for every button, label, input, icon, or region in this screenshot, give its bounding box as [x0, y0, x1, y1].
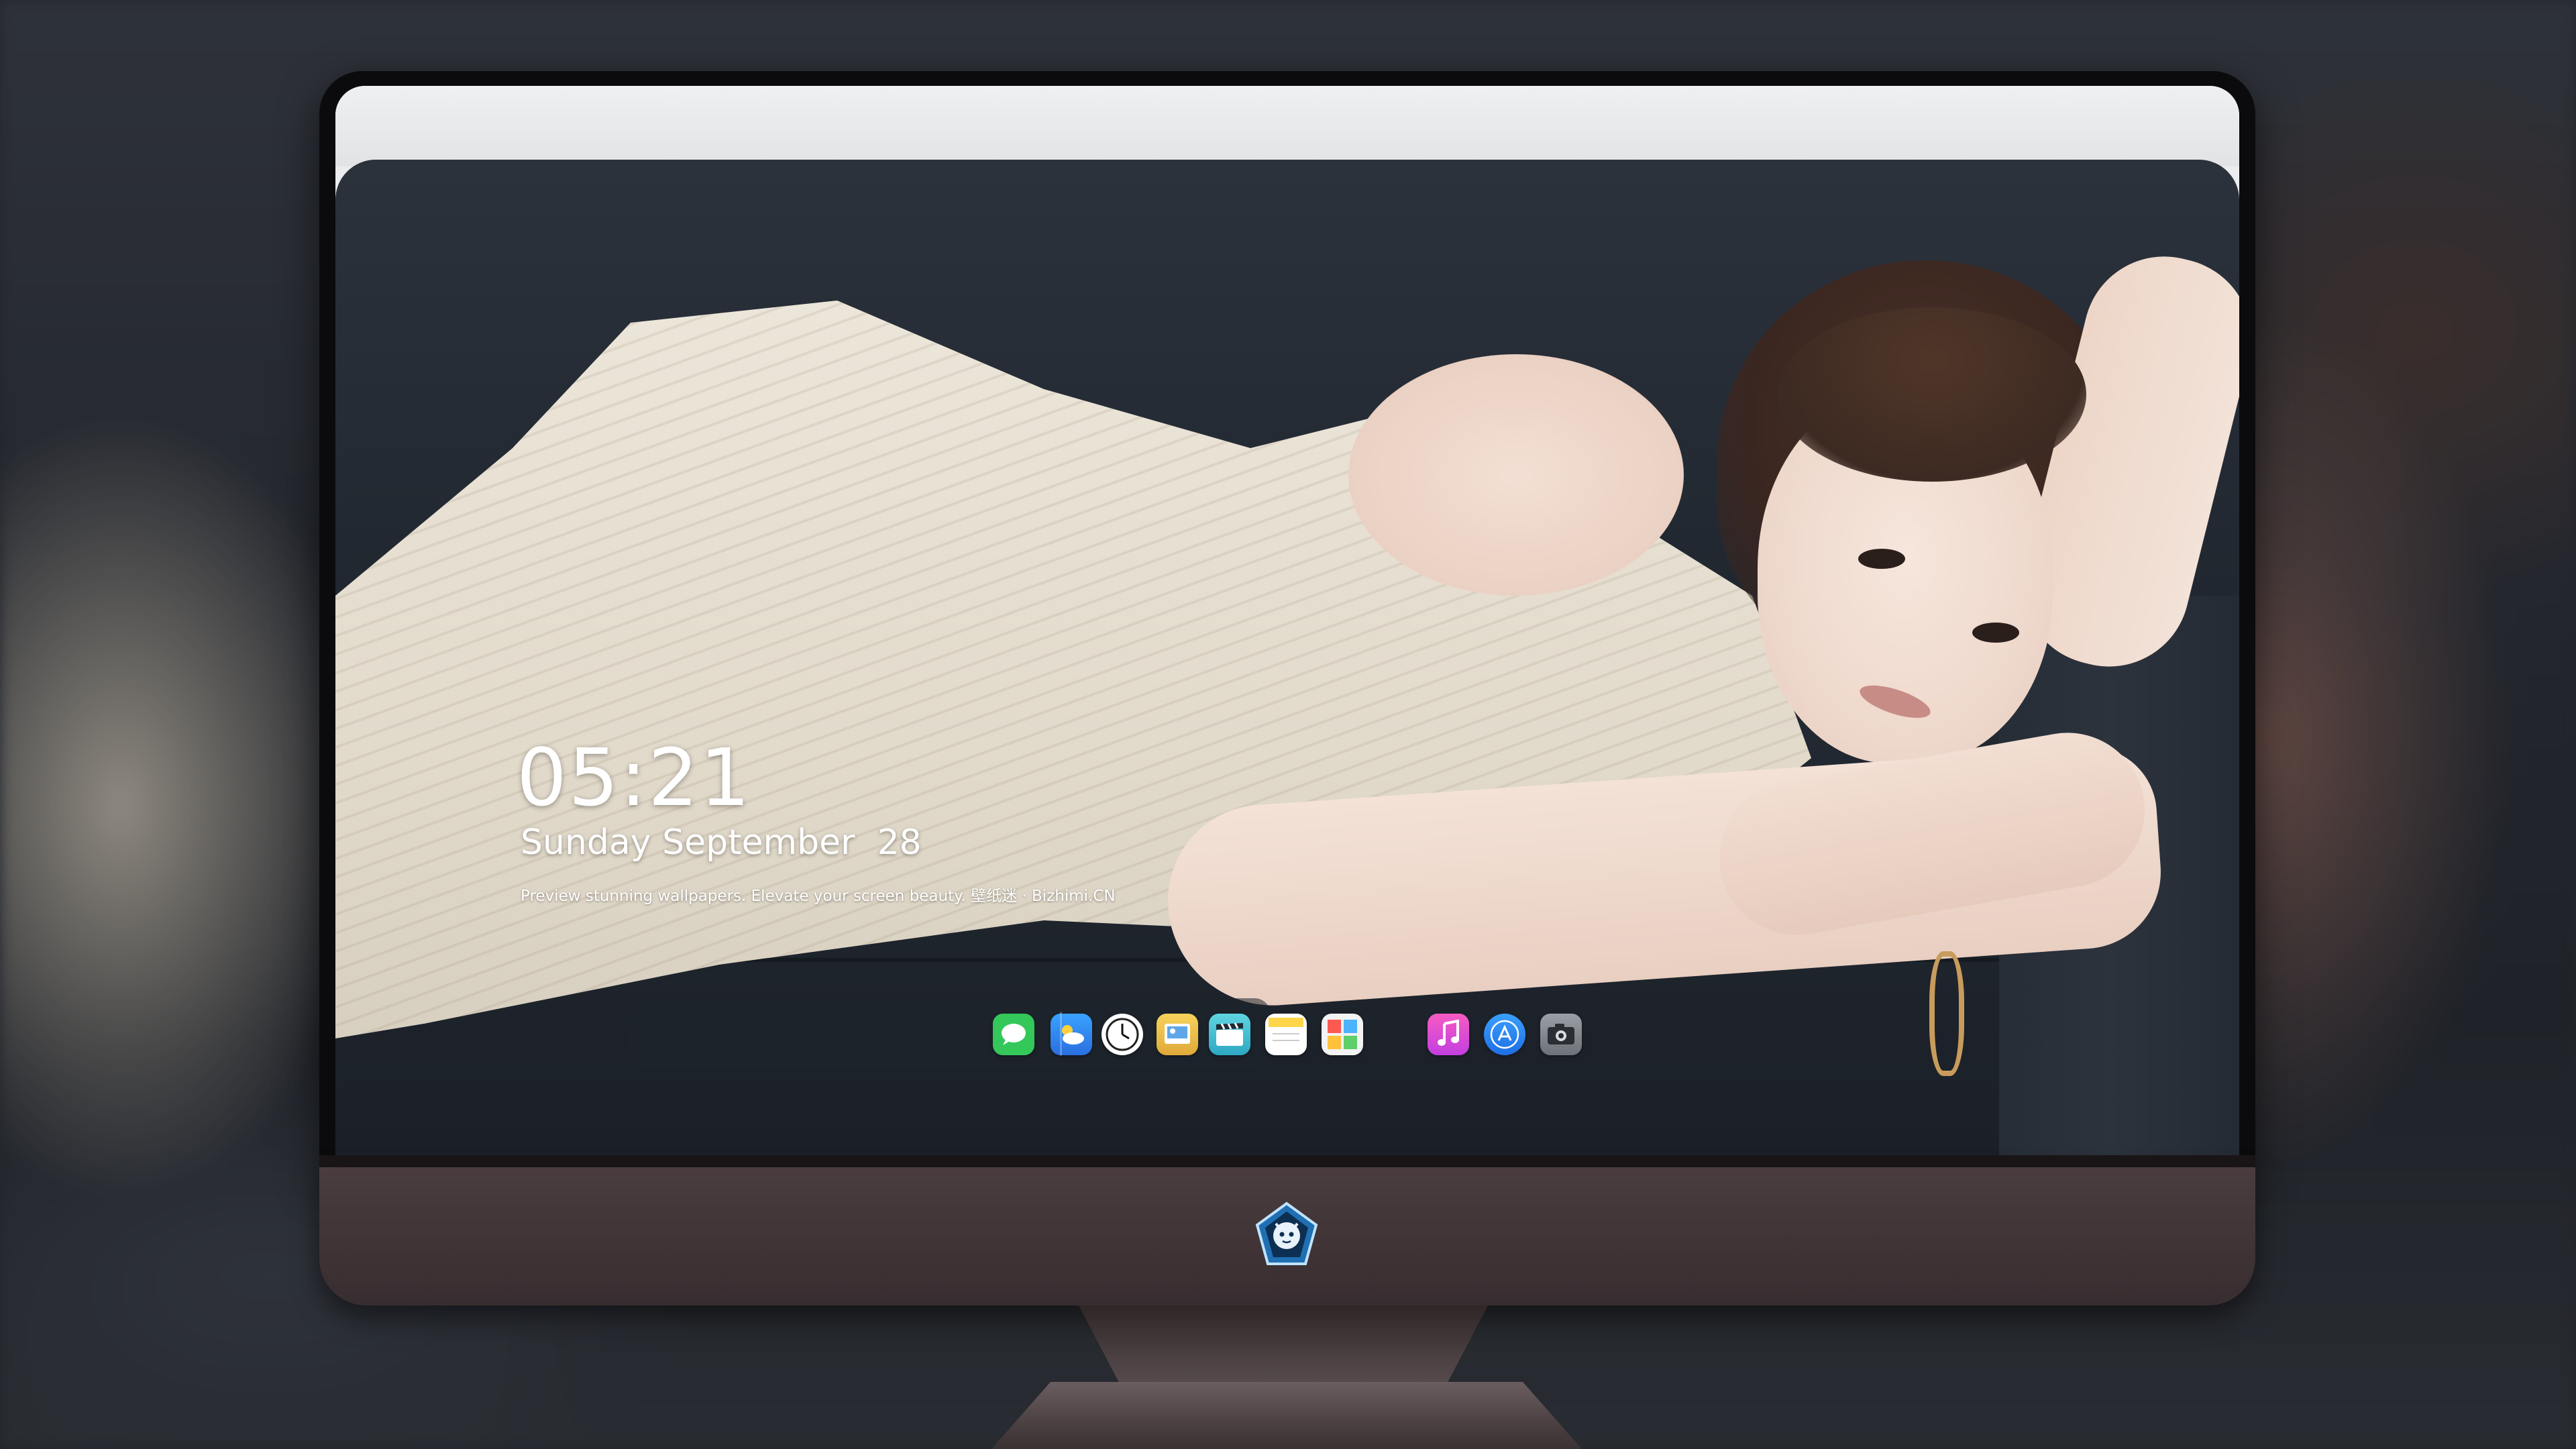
wallpaper-eye-right	[1972, 623, 2019, 643]
lockscreen-time: 05:21	[517, 731, 752, 824]
monitor-screen: 05:21 Sunday September 28 Preview stunni…	[335, 86, 2239, 1155]
wallpaper-eye-left	[1858, 549, 1905, 569]
lockscreen-date: Sunday September 28	[521, 822, 922, 863]
app-store-icon[interactable]	[1484, 1014, 1525, 1055]
wallpaper-hair-front	[1778, 307, 2086, 482]
desktop-scene: 05:21 Sunday September 28 Preview stunni…	[0, 0, 2576, 1449]
clock-icon[interactable]	[1102, 1014, 1143, 1055]
wallpaper-wall	[335, 86, 2239, 166]
preview-icon[interactable]	[1157, 1014, 1198, 1055]
notes-icon[interactable]	[1265, 1014, 1307, 1055]
screen-bottom-edge	[319, 1155, 2255, 1169]
monitor-stand-base	[991, 1382, 1582, 1449]
music-icon[interactable]	[1428, 1014, 1469, 1055]
wallpaper-shoulder	[1348, 354, 1684, 596]
weather-icon[interactable]	[1051, 1014, 1092, 1055]
photo-booth-icon[interactable]	[1322, 1014, 1363, 1055]
camera-icon[interactable]	[1540, 1014, 1582, 1055]
dock-separator	[1060, 1012, 1062, 1056]
clips-icon[interactable]	[1209, 1014, 1250, 1055]
messages-icon[interactable]	[993, 1014, 1034, 1055]
brand-logo-icon	[1252, 1201, 1322, 1271]
lockscreen-tagline: Preview stunning wallpapers. Elevate you…	[521, 888, 1116, 905]
wallpaper-bracelet	[1929, 951, 1964, 1076]
